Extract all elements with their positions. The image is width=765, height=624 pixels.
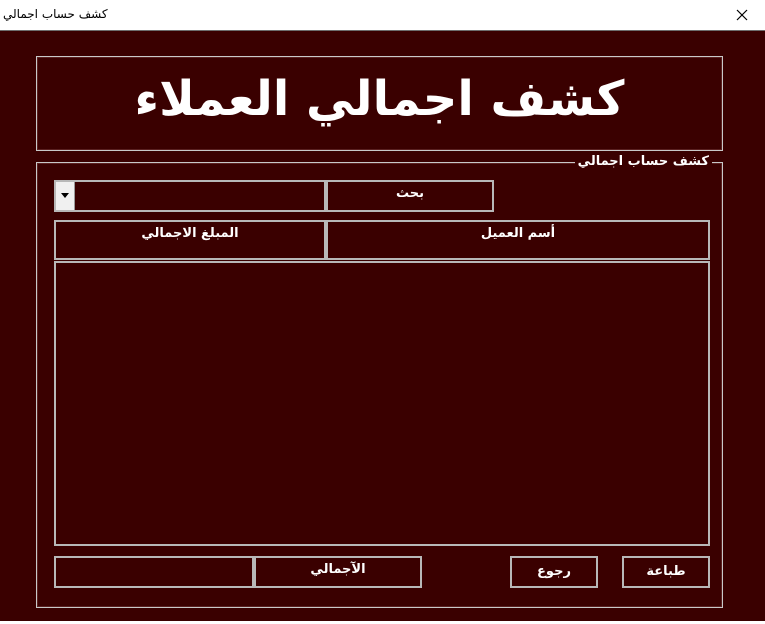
form-client-area: كشف اجمالي العملاء كشف حساب اجمالي بحث ا…: [0, 30, 765, 622]
chevron-down-icon: [61, 193, 69, 198]
total-value-field: [54, 556, 254, 588]
close-button[interactable]: [719, 0, 765, 30]
print-button[interactable]: طباعة: [622, 556, 710, 588]
search-button[interactable]: بحث: [326, 180, 494, 212]
header-panel: كشف اجمالي العملاء: [36, 56, 723, 151]
total-label: الآجمالي: [254, 556, 422, 588]
combo-dropdown-button[interactable]: [56, 182, 75, 210]
customer-combo[interactable]: [54, 180, 326, 212]
customers-list[interactable]: [54, 261, 710, 546]
column-header-customer-name: أسم العميل: [326, 220, 710, 260]
title-bar: كشف حساب اجمالي: [0, 0, 765, 30]
group-legend: كشف حساب اجمالي: [574, 154, 712, 169]
close-icon: [736, 9, 748, 21]
back-button[interactable]: رجوع: [510, 556, 598, 588]
window-title: كشف حساب اجمالي: [3, 7, 108, 21]
column-header-total-amount: المبلغ الاجمالي: [54, 220, 326, 260]
page-title: كشف اجمالي العملاء: [134, 71, 625, 127]
